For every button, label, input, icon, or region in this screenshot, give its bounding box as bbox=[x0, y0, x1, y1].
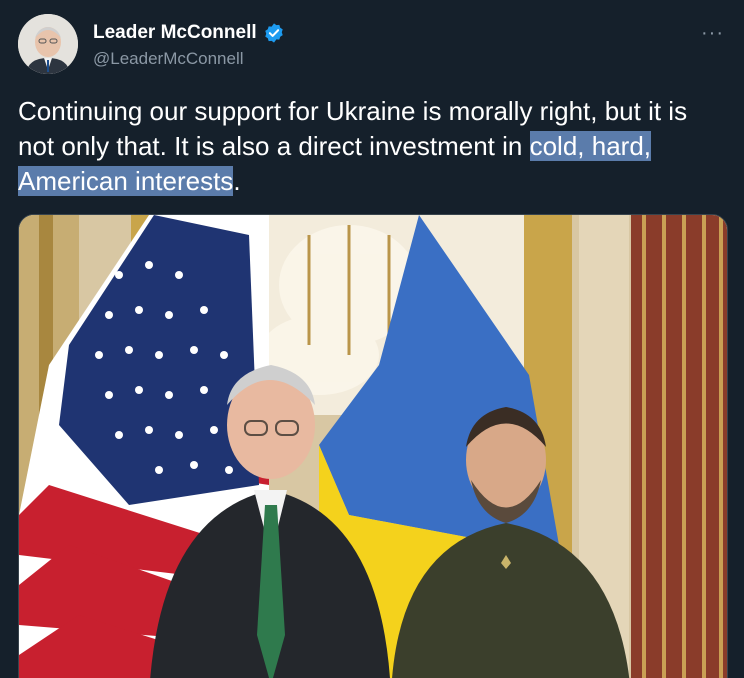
tweet-header: Leader McConnell @LeaderMcConnell ··· bbox=[18, 14, 730, 76]
tweet-text-end: . bbox=[233, 166, 241, 196]
avatar[interactable] bbox=[18, 14, 78, 74]
tweet: Leader McConnell @LeaderMcConnell ··· Co… bbox=[0, 0, 744, 678]
display-name[interactable]: Leader McConnell bbox=[93, 22, 257, 44]
more-options-icon[interactable]: ··· bbox=[701, 22, 724, 45]
author-info: Leader McConnell @LeaderMcConnell bbox=[93, 20, 285, 69]
display-name-row: Leader McConnell bbox=[93, 20, 285, 46]
photo-image-icon bbox=[19, 215, 727, 678]
verified-badge-icon bbox=[263, 22, 285, 44]
tweet-media[interactable] bbox=[18, 214, 728, 678]
handle[interactable]: @LeaderMcConnell bbox=[93, 49, 285, 69]
tweet-text: Continuing our support for Ukraine is mo… bbox=[18, 94, 730, 199]
profile-photo-icon bbox=[18, 14, 78, 74]
